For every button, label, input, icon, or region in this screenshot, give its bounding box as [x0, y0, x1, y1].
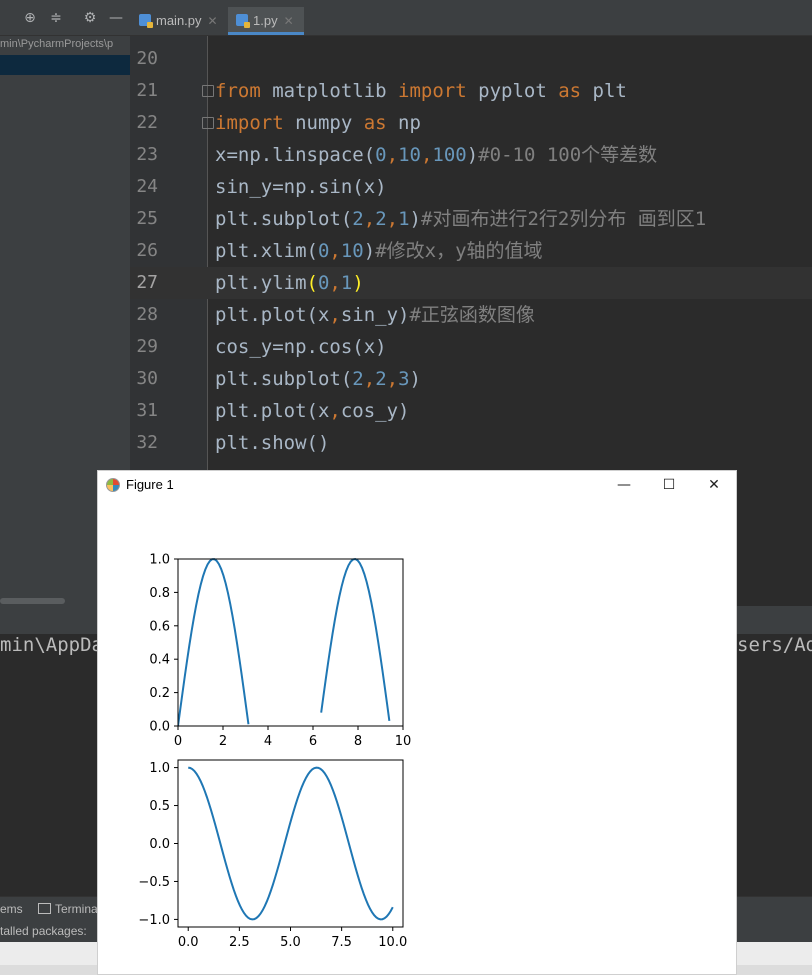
- selected-tree-item[interactable]: [0, 55, 130, 75]
- code-line[interactable]: 23 x=np.linspace(0,10,100)#0-10 100个等差数: [130, 139, 812, 171]
- scrollbar-thumb[interactable]: [0, 598, 65, 604]
- code-line[interactable]: 32 plt.show(): [130, 427, 812, 459]
- status-text: talled packages:: [0, 924, 87, 938]
- terminal-tab[interactable]: Termina: [38, 902, 98, 916]
- code-line[interactable]: 20: [130, 43, 812, 75]
- code-text[interactable]: plt.show(): [215, 427, 329, 459]
- maximize-button[interactable]: ☐: [651, 473, 687, 497]
- figure-title: Figure 1: [126, 477, 174, 492]
- x-tick-label: 0: [174, 734, 182, 749]
- code-line[interactable]: 24 sin_y=np.sin(x): [130, 171, 812, 203]
- figure-titlebar[interactable]: Figure 1 — ☐ ✕: [98, 471, 738, 501]
- line-number: 30: [136, 368, 158, 389]
- code-line[interactable]: 22 import numpy as np: [130, 107, 812, 139]
- code-text[interactable]: plt.subplot(2,2,3): [215, 363, 421, 395]
- code-text[interactable]: x=np.linspace(0,10,100)#0-10 100个等差数: [215, 139, 657, 171]
- matplotlib-logo-icon: [106, 478, 120, 492]
- line-number: 23: [136, 144, 158, 165]
- series-line-cos: [188, 766, 394, 921]
- x-tick-label: 5.0: [280, 935, 301, 950]
- code-line[interactable]: 26 plt.xlim(0,10)#修改x，y轴的值域: [130, 235, 812, 267]
- figure-canvas: 0 2 4 6 8 10 0.0 0.2 0.4 0.6 0.8 1.0 0.0 2.5 5.0 7.5 10.…: [138, 553, 412, 951]
- code-line[interactable]: 29 cos_y=np.cos(x): [130, 331, 812, 363]
- x-tick-label: 2: [219, 734, 227, 749]
- y-tick-label: −1.0: [138, 913, 170, 928]
- y-tick-label: 0.8: [149, 586, 170, 601]
- code-line[interactable]: 30 plt.subplot(2,2,3): [130, 363, 812, 395]
- code-line[interactable]: 25 plt.subplot(2,2,1)#对画布进行2行2列分布 画到区1: [130, 203, 812, 235]
- code-text[interactable]: cos_y=np.cos(x): [215, 331, 387, 363]
- code-text[interactable]: import numpy as np: [215, 107, 421, 139]
- line-number: 21: [136, 80, 158, 101]
- ide-toolbar: ⊕ ≑ ⚙ — main.py ✕ 1.py ✕: [0, 0, 812, 36]
- x-tick-label: 6: [309, 734, 317, 749]
- y-tick-label: 0.0: [149, 720, 170, 735]
- y-tick-label: 1.0: [149, 761, 170, 776]
- collapse-icon[interactable]: ≑: [48, 10, 64, 26]
- y-tick-label: 0.0: [149, 837, 170, 852]
- line-number: 29: [136, 336, 158, 357]
- code-line[interactable]: 31 plt.plot(x,cos_y): [130, 395, 812, 427]
- axes-frame: [177, 759, 404, 928]
- code-text[interactable]: plt.subplot(2,2,1)#对画布进行2行2列分布 画到区1: [215, 203, 706, 235]
- fold-marker-icon[interactable]: [202, 85, 214, 97]
- code-line[interactable]: 21 from matplotlib import pyplot as plt: [130, 75, 812, 107]
- code-text[interactable]: plt.ylim(0,1): [215, 267, 364, 299]
- terminal-icon: [38, 903, 51, 914]
- axes-frame: [177, 558, 404, 727]
- y-tick-label: −0.5: [138, 875, 170, 890]
- y-tick-label: 0.2: [149, 686, 170, 701]
- y-tick-label: 0.5: [149, 799, 170, 814]
- fold-marker-icon[interactable]: [202, 117, 214, 129]
- terminal-output-right: sers/Ad: [737, 634, 812, 656]
- x-tick-label: 2.5: [229, 935, 250, 950]
- line-number: 24: [136, 176, 158, 197]
- line-number: 26: [136, 240, 158, 261]
- figure-window: Figure 1 — ☐ ✕ 0 2 4 6 8 10 0.0 0.2 0.4 0.6 0.8 1.0…: [97, 470, 737, 975]
- hide-icon[interactable]: —: [108, 10, 124, 26]
- line-number: 32: [136, 432, 158, 453]
- y-tick-label: 0.6: [149, 619, 170, 634]
- line-number: 22: [136, 112, 158, 133]
- line-number: 20: [136, 48, 158, 69]
- line-number: 31: [136, 400, 158, 421]
- line-number: 25: [136, 208, 158, 229]
- problems-tab[interactable]: ems: [0, 902, 23, 916]
- python-file-icon: [236, 14, 250, 28]
- close-tab-icon[interactable]: ✕: [208, 14, 218, 28]
- gear-icon[interactable]: ⚙: [82, 10, 98, 26]
- series-line-sin: [178, 558, 391, 727]
- x-tick-label: 0.0: [178, 935, 199, 950]
- minimize-button[interactable]: —: [606, 473, 642, 497]
- close-tab-icon[interactable]: ✕: [284, 14, 294, 28]
- code-text[interactable]: from matplotlib import pyplot as plt: [215, 75, 627, 107]
- tab-main-py[interactable]: main.py ✕: [133, 7, 224, 35]
- code-text[interactable]: plt.plot(x,cos_y): [215, 395, 409, 427]
- close-button[interactable]: ✕: [696, 473, 732, 497]
- x-tick-label: 10.0: [378, 935, 407, 950]
- y-tick-label: 1.0: [149, 553, 170, 568]
- project-path[interactable]: min\PycharmProjects\p: [0, 38, 130, 50]
- x-tick-label: 8: [354, 734, 362, 749]
- code-text[interactable]: plt.plot(x,sin_y)#正弦函数图像: [215, 299, 535, 331]
- code-line[interactable]: 27 plt.ylim(0,1): [130, 267, 812, 299]
- code-text[interactable]: sin_y=np.sin(x): [215, 171, 387, 203]
- line-number: 27: [136, 272, 158, 293]
- x-tick-label: 10: [395, 734, 412, 749]
- x-tick-label: 4: [264, 734, 272, 749]
- code-text[interactable]: plt.xlim(0,10)#修改x，y轴的值域: [215, 235, 543, 267]
- python-file-icon: [139, 14, 153, 28]
- code-line[interactable]: 28 plt.plot(x,sin_y)#正弦函数图像: [130, 299, 812, 331]
- tab-1-py[interactable]: 1.py ✕: [228, 7, 304, 35]
- locate-icon[interactable]: ⊕: [22, 10, 38, 26]
- x-tick-label: 7.5: [331, 935, 352, 950]
- line-number: 28: [136, 304, 158, 325]
- y-tick-label: 0.4: [149, 653, 170, 668]
- terminal-output-left: min\AppDa: [0, 634, 103, 656]
